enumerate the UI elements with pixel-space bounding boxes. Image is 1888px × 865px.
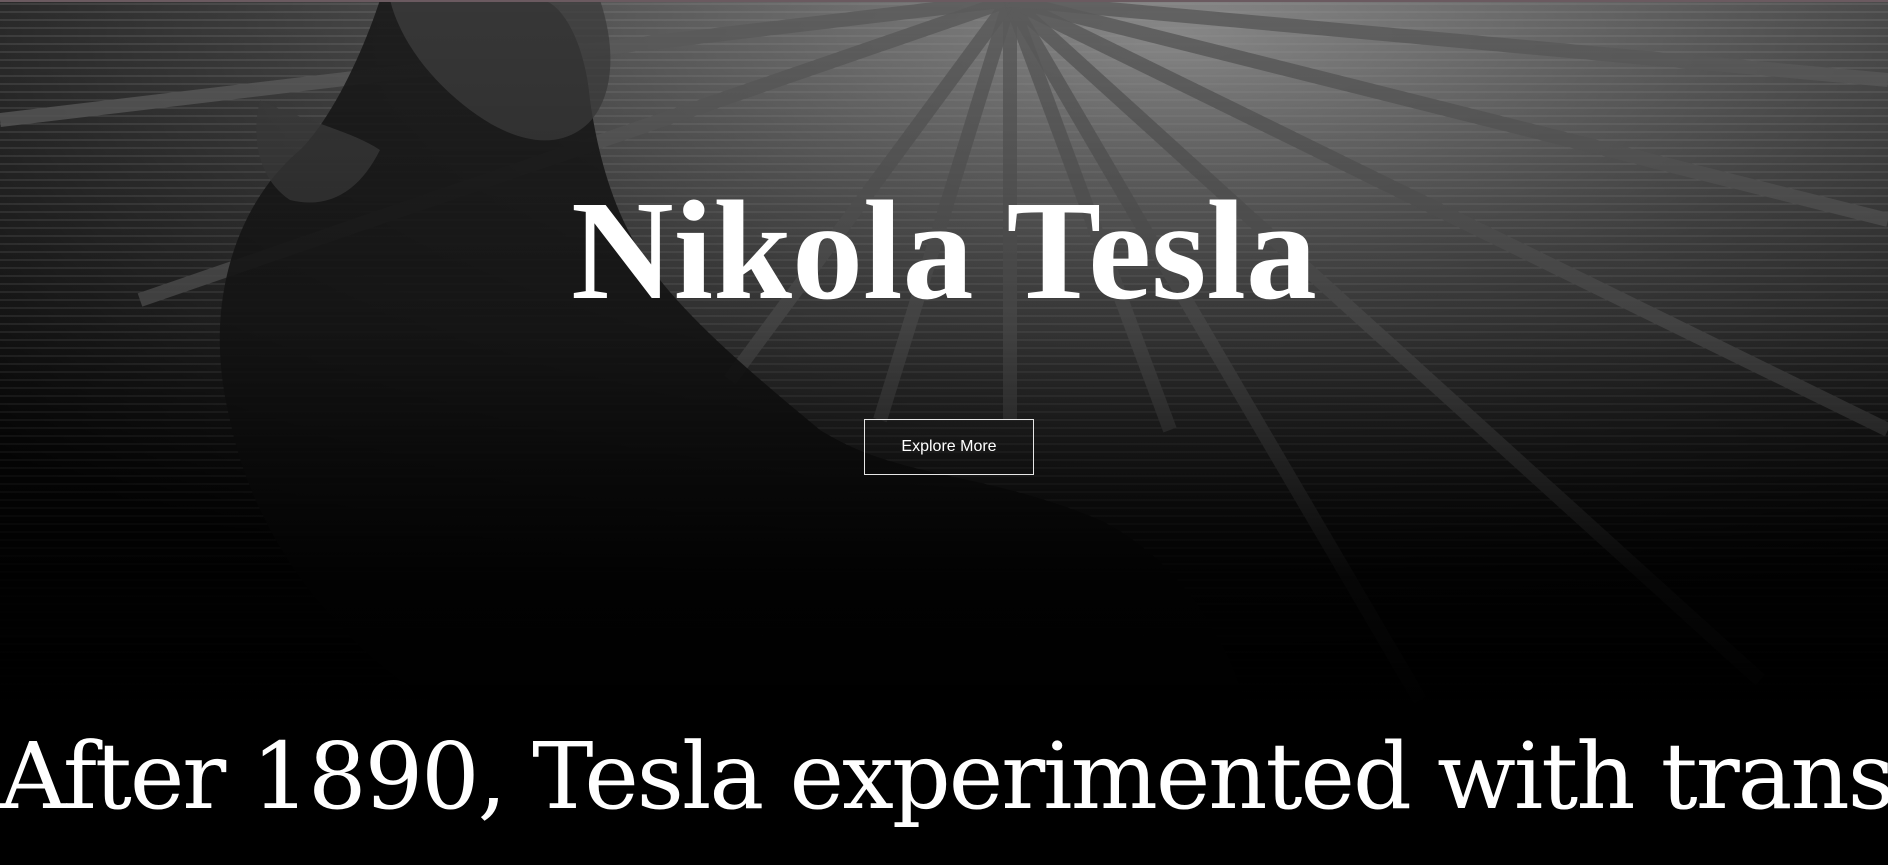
hero-title: Nikola Tesla bbox=[571, 171, 1317, 329]
explore-more-button[interactable]: Explore More bbox=[864, 419, 1034, 475]
intro-paragraph: After 1890, Tesla experimented with tran… bbox=[0, 723, 1888, 830]
top-border bbox=[0, 0, 1888, 2]
page: Nikola Tesla Explore More After 1890, Te… bbox=[0, 0, 1888, 865]
hero-background-image bbox=[0, 0, 1888, 720]
